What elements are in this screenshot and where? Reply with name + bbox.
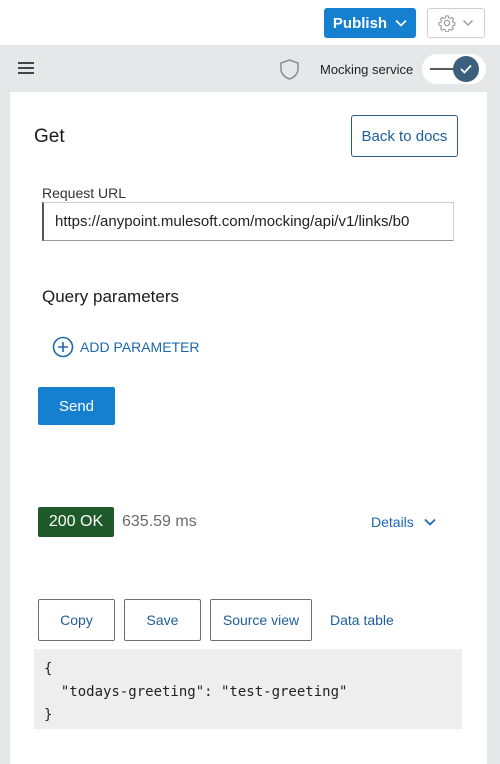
response-body: { "todays-greeting": "test-greeting"} <box>34 649 462 729</box>
publish-label: Publish <box>332 14 388 32</box>
toggle-knob <box>453 56 479 82</box>
source-view-button[interactable]: Source view <box>210 599 312 641</box>
add-parameter-label: ADD PARAMETER <box>80 339 200 355</box>
response-time: 635.59 ms <box>122 513 197 530</box>
back-to-docs-button[interactable]: Back to docs <box>351 115 458 157</box>
code-line: "todays-greeting": "test-greeting" <box>44 684 348 700</box>
details-label: Details <box>371 514 414 530</box>
data-table-link[interactable]: Data table <box>330 612 394 628</box>
request-url-input[interactable]: https://anypoint.mulesoft.com/mocking/ap… <box>42 202 454 241</box>
send-button[interactable]: Send <box>38 387 115 425</box>
mocking-service-label: Mocking service <box>320 62 414 77</box>
code-line: { <box>44 661 53 677</box>
right-panel-edge <box>487 92 500 764</box>
menu-icon[interactable] <box>18 61 34 75</box>
details-toggle[interactable]: Details <box>371 514 436 530</box>
mocking-service-toggle[interactable] <box>422 54 486 84</box>
settings-button[interactable] <box>427 8 485 38</box>
chevron-down-icon <box>395 19 407 27</box>
shield-icon <box>280 59 299 80</box>
copy-button[interactable]: Copy <box>38 599 115 641</box>
chevron-down-icon <box>463 20 473 26</box>
status-badge: 200 OK <box>38 507 114 537</box>
query-parameters-title: Query parameters <box>42 287 179 306</box>
left-panel-edge <box>0 0 10 764</box>
request-method: Get <box>34 126 65 147</box>
check-icon <box>460 64 472 74</box>
save-button[interactable]: Save <box>124 599 201 641</box>
gear-icon <box>438 15 456 32</box>
add-parameter-button[interactable]: ADD PARAMETER <box>52 336 200 358</box>
chevron-down-icon <box>424 518 436 526</box>
code-line: } <box>44 707 53 723</box>
add-circle-icon <box>52 336 74 358</box>
top-bar: Publish <box>0 0 500 46</box>
publish-button[interactable]: Publish <box>324 8 416 38</box>
request-url-label: Request URL <box>42 185 127 201</box>
